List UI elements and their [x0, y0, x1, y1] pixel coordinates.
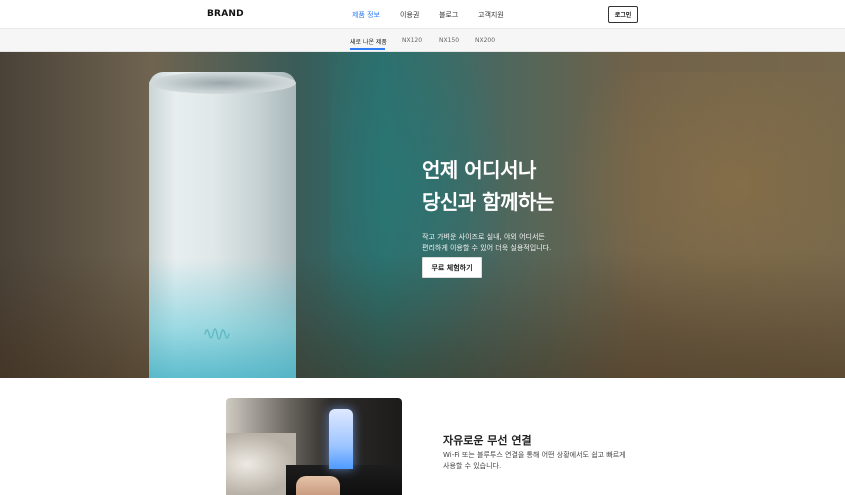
feature-desc-line-1: Wi-Fi 또는 블루투스 연결을 통해 어떤 상황에서도 쉽고 빠르게	[443, 451, 626, 459]
nav-item-support[interactable]: 고객지원	[478, 10, 504, 20]
nav-item-product-info[interactable]: 제품 정보	[352, 10, 380, 20]
product-subnav: 새로 나온 제품 NX120 NX150 NX200	[0, 29, 845, 52]
hero-title-line-1: 언제 어디서나	[422, 158, 536, 182]
feature-desc-line-2: 사용할 수 있습니다.	[443, 462, 502, 470]
free-trial-button[interactable]: 무료 체험하기	[422, 257, 482, 278]
login-button[interactable]: 로그인	[608, 6, 638, 23]
feature-title: 자유로운 무선 연결	[443, 434, 532, 447]
top-header: BRAND 제품 정보 이용권 블로그 고객지원 로그인	[0, 0, 845, 29]
tab-new-products[interactable]: 새로 나온 제품	[350, 37, 387, 46]
tab-nx200[interactable]: NX200	[475, 37, 495, 44]
sound-wave-icon	[204, 328, 230, 340]
feature-description: Wi-Fi 또는 블루투스 연결을 통해 어떤 상황에서도 쉽고 빠르게 사용할…	[443, 450, 633, 472]
speaker-product-image	[149, 72, 296, 378]
hero-desc-line-2: 편리하게 이용할 수 있어 더욱 실용적입니다.	[422, 244, 552, 252]
tab-nx120[interactable]: NX120	[402, 37, 422, 44]
hero-title: 언제 어디서나 당신과 함께하는	[422, 154, 554, 218]
hero-desc-line-1: 작고 가벼운 사이즈로 실내, 야외 어디서든	[422, 233, 545, 241]
brand-logo[interactable]: BRAND	[207, 9, 244, 19]
nav-item-blog[interactable]: 블로그	[439, 10, 458, 20]
hero-description: 작고 가벼운 사이즈로 실내, 야외 어디서든 편리하게 이용할 수 있어 더욱…	[422, 232, 554, 254]
hero-banner: 언제 어디서나 당신과 함께하는 작고 가벼운 사이즈로 실내, 야외 어디서든…	[0, 52, 845, 378]
hero-text: 언제 어디서나 당신과 함께하는 작고 가벼운 사이즈로 실내, 야외 어디서든…	[422, 154, 554, 254]
tab-nx150[interactable]: NX150	[439, 37, 459, 44]
active-tab-indicator	[350, 48, 385, 50]
feature-image	[226, 398, 402, 495]
nav-item-pass[interactable]: 이용권	[400, 10, 419, 20]
hero-title-line-2: 당신과 함께하는	[422, 190, 554, 214]
